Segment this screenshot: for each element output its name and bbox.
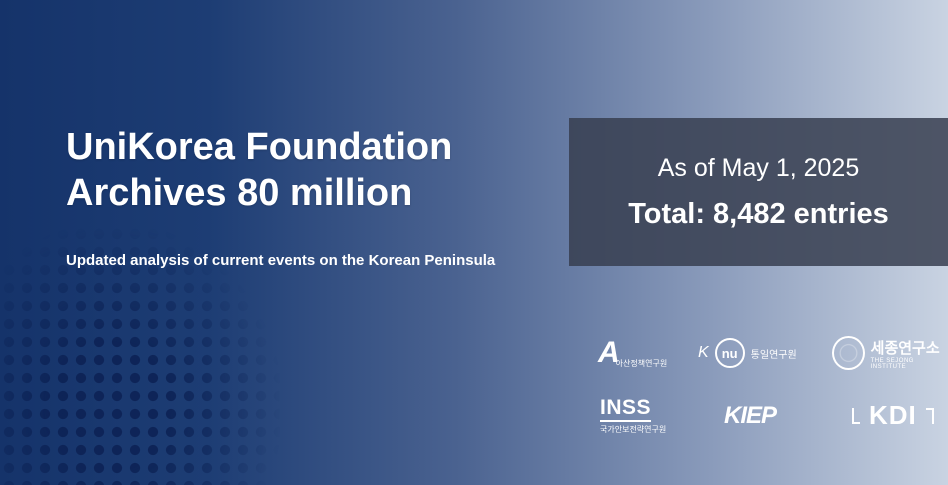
partner-logos: A 아산정책연구원 K nu 통일연구원 세종연구소 THE SEJONG IN… — [596, 336, 948, 446]
kdi-bracket-left-icon — [852, 407, 860, 424]
kinu-logo-k: K — [698, 344, 709, 361]
kdi-bracket-right-icon — [925, 407, 934, 424]
kdi-logo: KDI — [852, 400, 934, 431]
headline-line-1: UniKorea Foundation — [66, 126, 453, 168]
asan-logo: A 아산정책연구원 — [598, 336, 667, 369]
kiep-logo: KIEP — [724, 402, 777, 429]
sejong-logo-korean: 세종연구소 — [870, 339, 940, 357]
inss-logo-text: 국가안보전략연구원 — [600, 425, 667, 434]
kinu-logo-text: 통일연구원 — [750, 349, 797, 361]
inss-logo-mark: INSS — [600, 396, 652, 422]
headline: UniKorea Foundation Archives 80 million — [66, 124, 452, 216]
status-date: As of May 1, 2025 — [657, 154, 860, 182]
kinu-logo-ring: nu — [714, 338, 745, 368]
status-box: As of May 1, 2025 Total: 8,482 entries — [569, 118, 948, 266]
subtitle: Updated analysis of current events on th… — [66, 252, 496, 269]
sejong-seal-icon — [832, 336, 865, 370]
headline-line-2: Archives 80 million — [66, 172, 413, 214]
status-total: Total: 8,482 entries — [628, 198, 889, 230]
kdi-logo-text: KDI — [869, 400, 917, 430]
sejong-logo-english: THE SEJONG INSTITUTE — [870, 357, 914, 370]
asan-logo-text: 아산정책연구원 — [615, 359, 668, 368]
kinu-logo: K nu 통일연구원 — [698, 338, 797, 368]
sejong-logo: 세종연구소 THE SEJONG INSTITUTE — [832, 336, 948, 370]
inss-logo: INSS 국가안보전략연구원 — [600, 396, 666, 435]
